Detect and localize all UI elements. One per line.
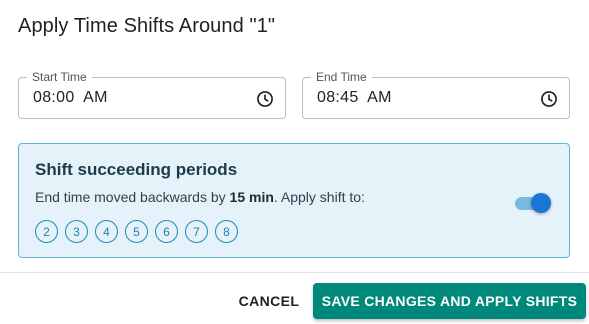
shift-description-suffix: . Apply shift to: <box>273 189 365 205</box>
clock-icon[interactable] <box>539 89 559 109</box>
clock-icon[interactable] <box>255 89 275 109</box>
start-time-field[interactable]: Start Time 08:00 AM <box>18 70 286 119</box>
actions-divider <box>0 272 589 273</box>
shift-toggle[interactable] <box>513 193 551 213</box>
start-time-value[interactable]: 08:00 AM <box>33 89 108 107</box>
period-chip[interactable]: 7 <box>185 220 208 243</box>
end-time-label: End Time <box>311 70 372 84</box>
period-chip[interactable]: 4 <box>95 220 118 243</box>
start-time-label: Start Time <box>27 70 92 84</box>
save-and-apply-button[interactable]: SAVE CHANGES AND APPLY SHIFTS <box>313 283 586 319</box>
period-chip[interactable]: 8 <box>215 220 238 243</box>
period-chip[interactable]: 5 <box>125 220 148 243</box>
shift-panel-title: Shift succeeding periods <box>35 160 238 179</box>
shift-description-prefix: End time moved backwards by <box>35 189 230 205</box>
end-time-value[interactable]: 08:45 AM <box>317 89 392 107</box>
cancel-button[interactable]: CANCEL <box>232 284 306 318</box>
dialog-title: Apply Time Shifts Around "1" <box>18 15 276 37</box>
toggle-thumb <box>531 193 551 213</box>
period-chip[interactable]: 6 <box>155 220 178 243</box>
shift-description: End time moved backwards by 15 min. Appl… <box>35 189 365 205</box>
end-time-field[interactable]: End Time 08:45 AM <box>302 70 570 119</box>
shift-succeeding-panel: Shift succeeding periods End time moved … <box>18 143 570 258</box>
period-chip[interactable]: 2 <box>35 220 58 243</box>
shift-amount: 15 min <box>229 189 274 205</box>
period-chips: 2 3 4 5 6 7 8 <box>35 220 238 243</box>
period-chip[interactable]: 3 <box>65 220 88 243</box>
